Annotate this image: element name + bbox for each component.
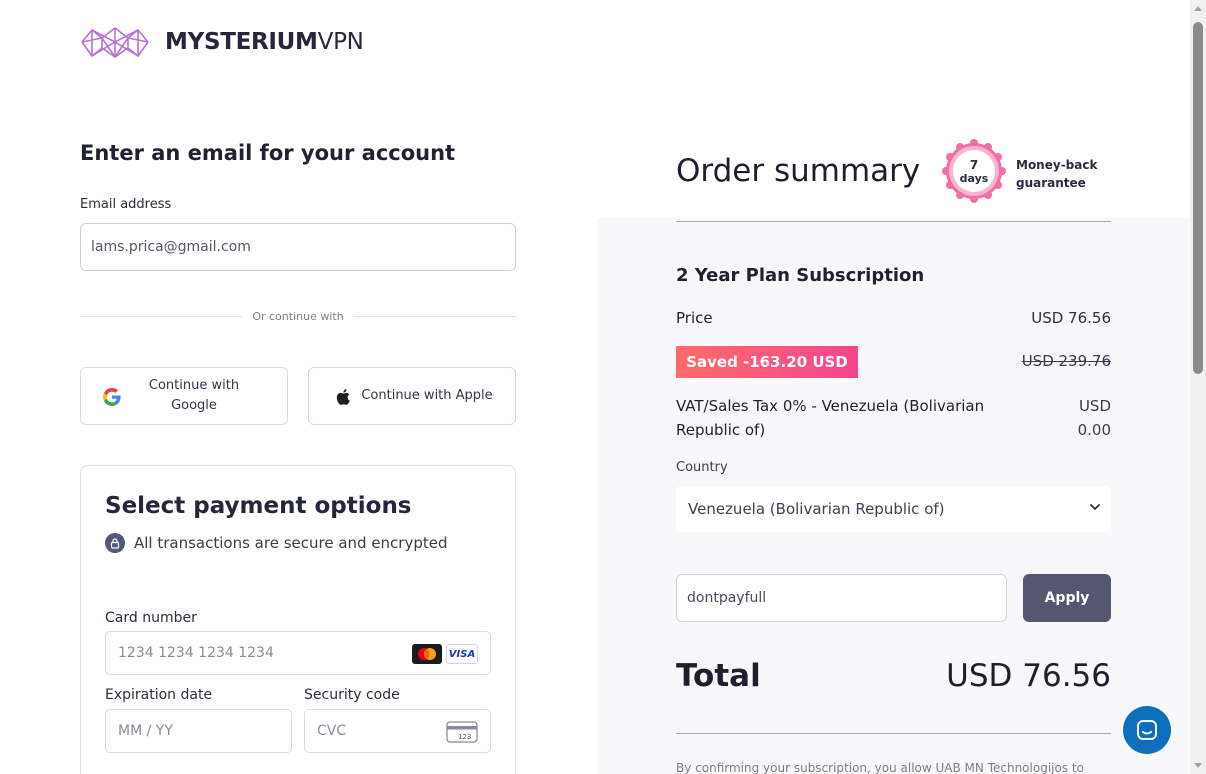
apple-button-label: Continue with Apple (361, 388, 493, 403)
saved-badge: Saved -163.20 USD (676, 346, 858, 378)
summary-divider-bottom (676, 733, 1111, 734)
lock-icon (105, 533, 125, 553)
original-price: USD 239.76 (1021, 352, 1111, 370)
card-number-label: Card number (105, 610, 197, 626)
price-value: USD 76.56 (1031, 309, 1111, 327)
summary-divider-top (676, 221, 1111, 222)
brand-name: MYSTERIUMVPN (165, 29, 364, 55)
svg-text:days: days (960, 172, 989, 185)
visa-icon: VISA (446, 644, 478, 664)
order-summary-title: Order summary (676, 153, 921, 189)
google-icon (103, 388, 121, 406)
mastercard-icon (412, 644, 442, 664)
cvc-placeholder: CVC (317, 723, 347, 739)
svg-text:123: 123 (458, 733, 471, 741)
country-select[interactable]: Venezuela (Bolivarian Republic of) (676, 486, 1111, 532)
expiry-input[interactable]: MM / YY (105, 709, 292, 753)
divider-line-right (353, 316, 516, 317)
google-button-label: Continue with Google (148, 378, 240, 413)
scrollbar-thumb[interactable] (1193, 22, 1203, 374)
security-code-input[interactable]: CVC 123 (304, 709, 491, 753)
plan-name: 2 Year Plan Subscription (676, 265, 925, 286)
payment-options-card: Select payment options All transactions … (80, 465, 516, 774)
subscription-disclaimer: By confirming your subscription, you all… (676, 761, 1084, 774)
mysterium-logo-icon (81, 27, 149, 58)
page-scrollbar[interactable] (1190, 0, 1206, 774)
continue-with-google-button[interactable]: Continue with Google (80, 367, 288, 425)
brand-header[interactable]: MYSTERIUMVPN (80, 24, 364, 60)
total-label: Total (676, 658, 761, 694)
price-label: Price (676, 309, 713, 327)
expiry-label: Expiration date (105, 687, 213, 703)
card-number-placeholder: 1234 1234 1234 1234 (118, 645, 274, 661)
scroll-up-arrow-icon[interactable] (1194, 6, 1202, 11)
secure-text: All transactions are secure and encrypte… (134, 534, 448, 552)
money-back-badge-icon: 7 days (942, 139, 1006, 203)
payment-title: Select payment options (105, 493, 412, 519)
chevron-down-icon (1090, 504, 1100, 510)
checkout-page: MYSTERIUMVPN Enter an email for your acc… (0, 0, 1190, 774)
svg-text:7: 7 (970, 158, 978, 172)
scroll-down-arrow-icon[interactable] (1194, 763, 1202, 768)
vat-label: VAT/Sales Tax 0% - Venezuela (Bolivarian… (676, 397, 985, 439)
secure-notice: All transactions are secure and encrypte… (105, 533, 448, 553)
or-divider: Or continue with (80, 310, 516, 323)
apple-icon (336, 389, 350, 405)
security-code-label: Security code (304, 687, 400, 703)
expiry-placeholder: MM / YY (118, 723, 173, 739)
divider-line-left (80, 316, 243, 317)
divider-text: Or continue with (252, 310, 344, 323)
country-label: Country (676, 460, 728, 475)
card-number-input[interactable]: 1234 1234 1234 1234 VISA (105, 631, 491, 675)
total-value: USD 76.56 (946, 658, 1111, 694)
money-back-guarantee-text: Money-back guarantee (1016, 158, 1098, 190)
vat-amount: USD 0.00 (1077, 397, 1111, 439)
email-heading: Enter an email for your account (80, 141, 456, 165)
email-input[interactable]: lams.prica@gmail.com (80, 223, 516, 271)
continue-with-apple-button[interactable]: Continue with Apple (308, 367, 516, 425)
chat-icon (1137, 720, 1157, 740)
cvc-card-icon: 123 (446, 721, 478, 743)
chat-support-button[interactable] (1123, 706, 1171, 754)
coupon-input[interactable]: dontpayfull (676, 574, 1007, 622)
email-label: Email address (80, 197, 172, 212)
apply-coupon-button[interactable]: Apply (1023, 574, 1111, 622)
country-select-value: Venezuela (Bolivarian Republic of) (688, 500, 945, 518)
